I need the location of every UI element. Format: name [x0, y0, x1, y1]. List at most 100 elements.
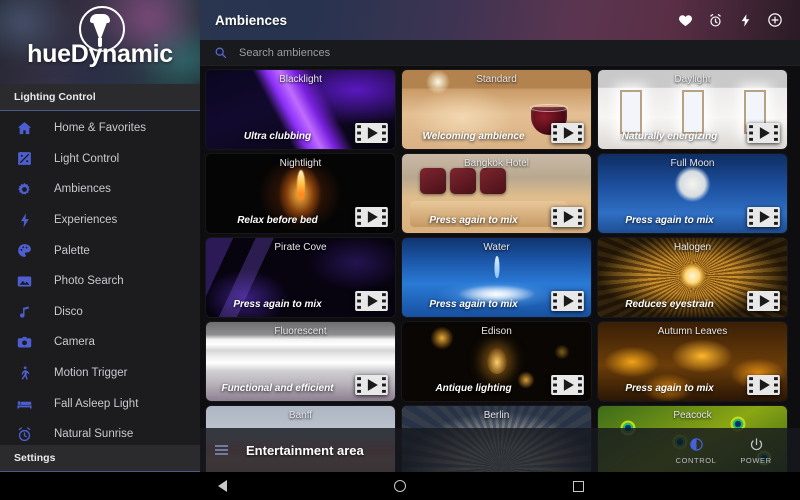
film-play-icon[interactable]	[551, 375, 584, 395]
app-bar: Ambiences	[200, 0, 800, 40]
app-brand-header: hueDynamic	[0, 0, 200, 84]
control-button[interactable]: CONTROL	[666, 435, 726, 465]
walking-person-icon	[14, 363, 34, 383]
power-label: POWER	[740, 456, 772, 465]
ambience-card[interactable]: Daylight Naturally energizing	[598, 70, 787, 149]
bolt-icon	[14, 210, 34, 230]
film-play-icon[interactable]	[551, 123, 584, 143]
water-drop-decor	[494, 256, 499, 278]
brand-name: hueDynamic	[27, 40, 173, 68]
navigation-drawer: hueDynamic Lighting Control Home & Favor…	[0, 0, 200, 472]
film-play-icon[interactable]	[747, 375, 780, 395]
home-icon	[14, 118, 34, 138]
music-note-icon	[14, 302, 34, 322]
film-play-icon[interactable]	[747, 207, 780, 227]
film-play-icon[interactable]	[355, 375, 388, 395]
add-button[interactable]	[760, 5, 790, 35]
sidebar-item-motion-trigger[interactable]: Motion Trigger	[0, 358, 200, 389]
ambience-card[interactable]: Edison Antique lighting	[402, 322, 591, 401]
alarm-clock-icon	[14, 424, 34, 444]
sidebar-menu: Home & Favorites Light Control Ambiences Ex…	[0, 111, 200, 450]
page-title: Ambiences	[215, 12, 288, 28]
ambience-card[interactable]: Halogen Reduces eyestrain	[598, 238, 787, 317]
sidebar-item-light-control[interactable]: Light Control	[0, 144, 200, 175]
sidebar-item-label: Experiences	[54, 214, 118, 227]
film-play-icon[interactable]	[551, 291, 584, 311]
alarm-clock-icon	[708, 13, 723, 28]
sidebar-item-label: Camera	[54, 336, 95, 349]
control-label: CONTROL	[675, 456, 717, 465]
flash-button[interactable]	[730, 5, 760, 35]
sidebar-item-label: Natural Sunrise	[54, 428, 134, 441]
sidebar-item-label: Palette	[54, 244, 90, 257]
search-icon	[214, 46, 227, 59]
plus-circle-icon	[767, 12, 783, 28]
photo-icon	[14, 271, 34, 291]
camera-icon	[14, 332, 34, 352]
window-decor	[620, 90, 642, 134]
ambience-card[interactable]: Blacklight Ultra clubbing	[206, 70, 395, 149]
sidebar-item-palette[interactable]: Palette	[0, 235, 200, 266]
sidebar-item-label: Motion Trigger	[54, 367, 128, 380]
sidebar-item-fall-asleep-light[interactable]: Fall Asleep Light	[0, 388, 200, 419]
ambience-grid: Blacklight Ultra clubbing Standard Welcomin…	[206, 70, 794, 472]
sidebar-section-lighting-control: Lighting Control	[0, 84, 200, 111]
pillow-decor	[420, 168, 446, 194]
ambience-card[interactable]: Pirate Cove Press again to mix	[206, 238, 395, 317]
sidebar-item-label: Home & Favorites	[54, 122, 147, 135]
search-bar[interactable]	[200, 40, 800, 66]
sidebar-item-home-favorites[interactable]: Home & Favorites	[0, 113, 200, 144]
home-button[interactable]	[386, 472, 414, 500]
sidebar-item-label: Ambiences	[54, 183, 111, 196]
film-play-icon[interactable]	[355, 207, 388, 227]
sidebar-item-camera[interactable]: Camera	[0, 327, 200, 358]
square-recents-icon	[572, 480, 584, 492]
couch-decor	[410, 201, 567, 227]
android-navigation-bar	[0, 472, 800, 500]
entertainment-area-title: Entertainment area	[246, 442, 364, 458]
film-play-icon[interactable]	[747, 123, 780, 143]
sidebar-item-label: Photo Search	[54, 275, 124, 288]
film-play-icon[interactable]	[355, 291, 388, 311]
ambience-card[interactable]: Nightlight Relax before bed	[206, 154, 395, 233]
entertainment-area-actions: CONTROL POWER	[666, 435, 800, 465]
film-play-icon[interactable]	[551, 207, 584, 227]
sidebar-item-ambiences[interactable]: Ambiences	[0, 174, 200, 205]
brightness-icon	[689, 435, 704, 454]
timer-button[interactable]	[700, 5, 730, 35]
drag-handle-icon[interactable]	[208, 445, 234, 455]
ambience-grid-scroll[interactable]: Blacklight Ultra clubbing Standard Welcomin…	[200, 66, 800, 472]
app-root: hueDynamic Lighting Control Home & Favor…	[0, 0, 800, 500]
favorites-button[interactable]	[670, 5, 700, 35]
pillow-decor	[450, 168, 476, 194]
ambience-card[interactable]: Fluorescent Functional and efficient	[206, 322, 395, 401]
window-decor	[682, 90, 704, 134]
power-icon	[749, 435, 764, 454]
search-input[interactable]	[239, 46, 539, 59]
sidebar-item-photo-search[interactable]: Photo Search	[0, 266, 200, 297]
ambience-card[interactable]: Water Press again to mix	[402, 238, 591, 317]
ambience-card[interactable]: Standard Welcoming ambience	[402, 70, 591, 149]
recents-button[interactable]	[564, 472, 592, 500]
sidebar-section-settings[interactable]: Settings	[0, 445, 200, 472]
bolt-icon	[738, 13, 753, 28]
sidebar-item-experiences[interactable]: Experiences	[0, 205, 200, 236]
main-content: Ambiences Search ambiences Blacklight Ul…	[200, 0, 800, 472]
entertainment-area-bar[interactable]: Entertainment area CONTROL POWER	[200, 428, 800, 472]
sidebar-item-disco[interactable]: Disco	[0, 297, 200, 328]
circle-home-icon	[394, 480, 406, 492]
ambience-card[interactable]: Bangkok Hotel Press again to mix	[402, 154, 591, 233]
sidebar-item-label: Fall Asleep Light	[54, 397, 139, 410]
app-bar-actions	[670, 5, 800, 35]
slider-icon	[14, 149, 34, 169]
bed-icon	[14, 394, 34, 414]
back-button[interactable]	[208, 472, 236, 500]
edison-bulb-decor	[486, 348, 507, 374]
ambience-card[interactable]: Full Moon Press again to mix	[598, 154, 787, 233]
film-play-icon[interactable]	[747, 291, 780, 311]
heart-icon	[678, 13, 693, 28]
power-button[interactable]: POWER	[726, 435, 786, 465]
palette-icon	[14, 241, 34, 261]
ambience-card[interactable]: Autumn Leaves Press again to mix	[598, 322, 787, 401]
film-play-icon[interactable]	[355, 123, 388, 143]
